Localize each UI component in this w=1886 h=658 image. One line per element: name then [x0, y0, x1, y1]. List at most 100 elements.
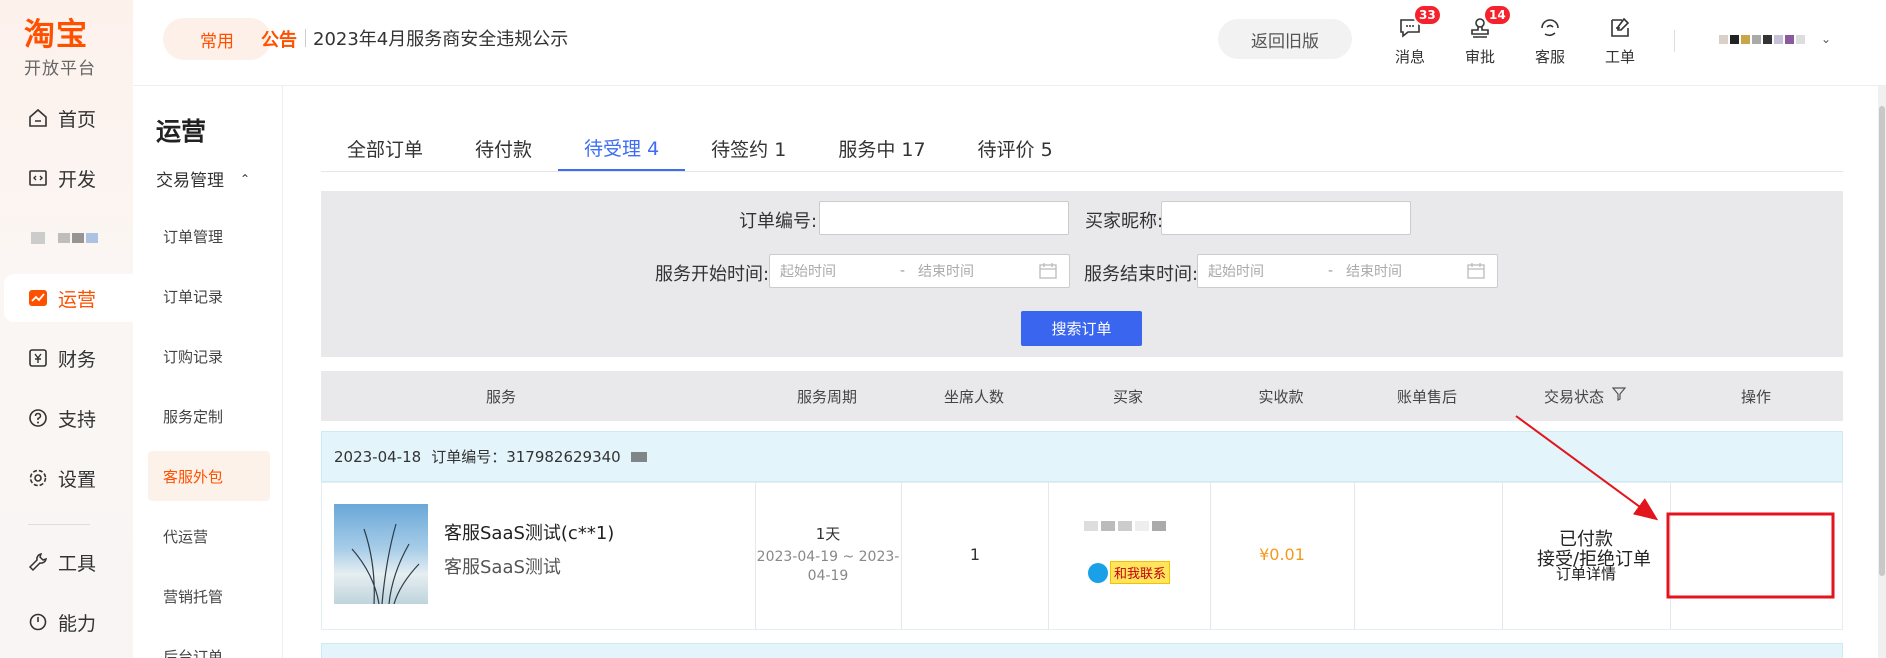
subnav-item-marketing-hosting[interactable]: 营销托管: [148, 571, 270, 621]
message-icon: 33: [1395, 4, 1442, 42]
nav-item-settings[interactable]: 设置: [4, 454, 133, 502]
filter-panel: 订单编号: 买家昵称: 服务开始时间: 起始时间 - 结束时间 服务结束时间: …: [321, 191, 1843, 357]
notice-separator: [305, 29, 306, 47]
messages-label: 消息: [1394, 48, 1425, 66]
buyer-name-blurred: [1084, 521, 1210, 531]
tab-pending-acceptance[interactable]: 待受理 4: [558, 126, 686, 171]
tab-pending-review[interactable]: 待评价 5: [952, 126, 1079, 171]
help-icon: [26, 406, 50, 430]
col-amount: 实收款: [1258, 387, 1304, 406]
tab-pending-payment[interactable]: 待付款: [449, 126, 558, 171]
service-thumbnail[interactable]: [334, 504, 428, 604]
table-row: 客服SaaS测试(c**1) 客服SaaS测试 1天 2023-04-19 ~ …: [321, 482, 1843, 630]
trade-management-group[interactable]: 交易管理 ⌃: [156, 166, 250, 191]
buyer-nick-label: 买家昵称:: [1085, 211, 1164, 232]
subnav-item-agency-operation[interactable]: 代运营: [148, 511, 270, 561]
nav-item-operations[interactable]: 运营: [4, 274, 133, 322]
end-end-placeholder: 结束时间: [1346, 264, 1402, 280]
period-dates: 2023-04-19 ~ 2023-04-19: [756, 549, 900, 584]
subnav-item-service-custom[interactable]: 服务定制: [148, 391, 270, 441]
col-status[interactable]: 交易状态: [1501, 371, 1669, 421]
tab-pending-sign[interactable]: 待签约 1: [685, 126, 812, 171]
header-divider: [1674, 30, 1675, 52]
next-order-header-row: [321, 643, 1843, 658]
start-end-placeholder: 结束时间: [918, 264, 974, 280]
gear-icon: [26, 466, 50, 490]
col-action: 操作: [1740, 387, 1771, 406]
notice-tag: 公告: [261, 30, 297, 51]
period-duration: 1天: [815, 525, 841, 543]
blurred-icon: [26, 226, 50, 250]
col-bill: 账单售后: [1396, 387, 1457, 406]
customer-service-icon: [1535, 14, 1565, 42]
status-header-label: 交易状态: [1543, 387, 1604, 406]
nav-item-capability[interactable]: 能力: [4, 598, 133, 646]
order-number-label: 订单编号:: [739, 211, 818, 232]
subnav-item-subscription-records[interactable]: 订购记录: [148, 331, 270, 381]
primary-nav: 淘宝 开放平台 首页 开发 运营 财务 支持 设置 工具 能力: [0, 0, 133, 658]
subnav-item-order-records[interactable]: 订单记录: [148, 271, 270, 321]
approval-button[interactable]: 14 审批: [1453, 4, 1512, 67]
yen-icon: [26, 346, 50, 370]
home-icon: [26, 106, 50, 130]
logo-main: 淘宝: [24, 17, 88, 53]
nav-divider: [28, 524, 90, 525]
chevron-down-icon: ⌄: [1821, 32, 1832, 46]
col-period: 服务周期: [796, 387, 857, 406]
buyer-nick-input[interactable]: [1161, 201, 1411, 235]
taobao-open-logo[interactable]: 淘宝 开放平台: [24, 18, 96, 79]
notice-link[interactable]: 2023年4月服务商安全违规公示: [313, 25, 568, 51]
customer-service-button[interactable]: 客服: [1523, 14, 1577, 67]
subnav-item-backend-orders[interactable]: 后台订单: [148, 631, 270, 658]
nav-item-home[interactable]: 首页: [4, 94, 133, 142]
page-scrollbar[interactable]: [1878, 86, 1886, 658]
contact-me-button[interactable]: 和我联系: [1088, 561, 1171, 584]
ticket-label: 工单: [1604, 48, 1635, 66]
nav-item-blurred[interactable]: [4, 214, 133, 262]
filter-icon[interactable]: [1611, 387, 1627, 405]
service-start-range[interactable]: 起始时间 - 结束时间: [769, 254, 1070, 288]
col-service: 服务: [485, 387, 516, 406]
search-orders-button[interactable]: 搜索订单: [1021, 311, 1142, 346]
approval-badge: 14: [1483, 4, 1512, 26]
order-tabs: 全部订单 待付款 待受理 4 待签约 1 服务中 17 待评价 5: [321, 126, 1843, 172]
chart-icon: [26, 286, 50, 310]
tab-all-orders[interactable]: 全部订单: [321, 126, 449, 171]
nav-item-tools[interactable]: 工具: [4, 538, 133, 586]
user-menu[interactable]: ⌄: [1719, 32, 1831, 46]
blurred-label: [58, 233, 98, 243]
service-start-label: 服务开始时间:: [655, 264, 770, 285]
nav-item-finance[interactable]: 财务: [4, 334, 133, 382]
nav-label: 开发: [58, 168, 97, 191]
order-number: 订单编号：317982629340: [431, 448, 621, 466]
col-seats: 坐席人数: [943, 387, 1004, 406]
ticket-button[interactable]: 工单: [1593, 14, 1647, 67]
nav-item-develop[interactable]: 开发: [4, 154, 133, 202]
subnav-item-cs-outsourcing[interactable]: 客服外包: [148, 451, 270, 501]
order-number-input[interactable]: [819, 201, 1069, 235]
service-subtitle: 客服SaaS测试: [444, 557, 561, 578]
nav-label: 工具: [58, 552, 97, 575]
copy-icon[interactable]: [630, 451, 647, 462]
contact-label: 和我联系: [1110, 561, 1171, 584]
tab-in-service[interactable]: 服务中 17: [812, 126, 951, 171]
col-buyer: 买家: [1112, 387, 1143, 406]
subnav-item-order-management[interactable]: 订单管理: [148, 211, 270, 261]
section-title: 运营: [156, 117, 207, 146]
order-header-row: 2023-04-18 订单编号：317982629340: [321, 431, 1843, 482]
buyer-cell: 和我联系: [1048, 521, 1210, 584]
nav-label: 首页: [58, 108, 97, 131]
nav-item-support[interactable]: 支持: [4, 394, 133, 442]
common-button[interactable]: 常用: [163, 18, 271, 60]
service-end-range[interactable]: 起始时间 - 结束时间: [1197, 254, 1498, 288]
accept-reject-order-link[interactable]: 接受/拒绝订单: [1509, 545, 1679, 571]
back-to-old-version-button[interactable]: 返回旧版: [1218, 19, 1352, 59]
start-begin-placeholder: 起始时间: [780, 264, 836, 280]
messages-badge: 33: [1413, 4, 1442, 26]
code-icon: [26, 166, 50, 190]
end-begin-placeholder: 起始时间: [1208, 264, 1264, 280]
customer-service-label: 客服: [1534, 48, 1565, 66]
service-name[interactable]: 客服SaaS测试(c**1): [444, 519, 614, 545]
messages-button[interactable]: 33 消息: [1383, 4, 1442, 67]
secondary-nav: 运营 交易管理 ⌃ 订单管理 订单记录 订购记录 服务定制 客服外包 代运营 营…: [133, 86, 283, 658]
